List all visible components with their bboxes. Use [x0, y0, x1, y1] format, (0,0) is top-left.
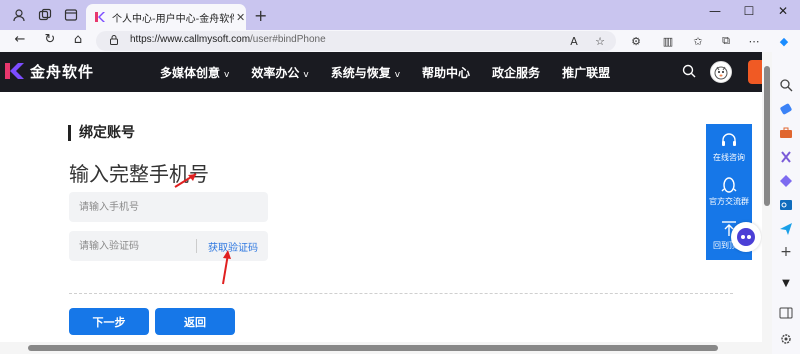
edge-sidebar: + ▼	[772, 52, 800, 354]
get-code-link[interactable]: 获取验证码	[208, 239, 258, 254]
float-item-label: 在线咨询	[713, 153, 745, 162]
outlook-icon[interactable]	[779, 198, 793, 212]
settings-icon[interactable]	[779, 332, 793, 346]
horizontal-scrollbar[interactable]	[0, 342, 772, 354]
copilot-icon[interactable]: ◆	[776, 33, 792, 49]
refresh-icon[interactable]: ↻	[40, 32, 60, 47]
vertical-scrollbar[interactable]	[762, 52, 772, 342]
nav-multimedia[interactable]: 多媒体创意 v	[160, 64, 229, 81]
read-aloud-icon[interactable]: A	[566, 33, 582, 49]
page-viewport: 金舟软件 多媒体创意 v 效率办公 v 系统与恢复 v 帮助中心 政企服务 推广联盟 …	[0, 52, 762, 342]
back-button[interactable]: 返回	[155, 308, 235, 335]
nav-enterprise[interactable]: 政企服务	[492, 64, 540, 81]
workspaces-icon[interactable]	[34, 5, 56, 25]
chevron-down-icon: v	[394, 70, 401, 80]
tab-actions-icon[interactable]	[60, 5, 82, 25]
search-icon[interactable]	[682, 64, 696, 78]
brand-logo-icon	[5, 63, 24, 79]
url-host: https://www.callmysoft.com	[130, 34, 251, 45]
nav-office[interactable]: 效率办公 v	[251, 64, 308, 81]
annotation-arrow-icon	[222, 250, 231, 285]
tab-close-icon[interactable]: ✕	[236, 11, 245, 24]
browser-titlebar: 个人中心-用户中心-金舟软件 ✕ + — ☐ ✕	[0, 0, 800, 30]
headset-icon	[722, 133, 736, 146]
nav-label: 系统与恢复	[330, 66, 391, 80]
site-header: 金舟软件 多媒体创意 v 效率办公 v 系统与恢复 v 帮助中心 政企服务 推广联盟	[0, 52, 762, 92]
browser-tab[interactable]: 个人中心-用户中心-金舟软件 ✕	[86, 4, 246, 30]
phone-input[interactable]	[69, 192, 189, 222]
nav-label: 多媒体创意	[160, 66, 221, 80]
lock-icon[interactable]	[110, 35, 118, 45]
chevron-down-icon: v	[303, 70, 309, 80]
avatar[interactable]	[710, 61, 732, 83]
divider	[69, 293, 733, 294]
chat-robot-icon[interactable]	[731, 222, 761, 252]
send-icon[interactable]	[779, 222, 793, 236]
split-screen-icon[interactable]: ▥	[660, 33, 676, 49]
url-path: /user#bindPhone	[250, 34, 326, 45]
nav-help[interactable]: 帮助中心	[422, 64, 470, 81]
field-divider	[196, 239, 197, 253]
code-input[interactable]	[69, 231, 189, 261]
new-tab-button[interactable]: +	[254, 6, 267, 25]
back-arrow-icon[interactable]: ←	[10, 32, 30, 47]
close-window-button[interactable]: ✕	[768, 4, 798, 18]
online-consult-item[interactable]: 在线咨询	[706, 132, 752, 163]
address-bar[interactable]: https://www.callmysoft.com/user#bindPhon…	[96, 31, 616, 51]
favorite-star-icon[interactable]: ☆	[592, 33, 608, 49]
scrollbar-thumb[interactable]	[28, 345, 718, 351]
official-group-item[interactable]: 官方交流群	[706, 176, 752, 207]
nav-system[interactable]: 系统与恢复 v	[331, 64, 400, 81]
more-options-icon[interactable]: ⋯	[746, 33, 762, 49]
header-action-button[interactable]	[748, 60, 762, 84]
annotation-arrow-icon	[174, 173, 197, 188]
split-icon[interactable]	[779, 306, 793, 320]
copilot-app-icon[interactable]	[779, 174, 793, 188]
site-nav: 多媒体创意 v 效率办公 v 系统与恢复 v 帮助中心 政企服务 推广联盟	[160, 64, 632, 81]
extensions-icon[interactable]: ⚙	[628, 33, 644, 49]
float-item-label: 官方交流群	[709, 197, 749, 206]
search-icon[interactable]	[779, 78, 793, 92]
tag-icon[interactable]	[779, 102, 793, 116]
nav-affiliate[interactable]: 推广联盟	[562, 64, 610, 81]
favorites-icon[interactable]: ✩	[690, 33, 706, 49]
url-text[interactable]: https://www.callmysoft.com/user#bindPhon…	[130, 34, 326, 45]
section-title: 绑定账号	[68, 125, 135, 141]
maximize-button[interactable]: ☐	[734, 4, 764, 18]
profile-icon[interactable]	[8, 5, 30, 25]
games-icon[interactable]	[779, 150, 793, 164]
nav-label: 效率办公	[251, 66, 300, 80]
phone-field[interactable]	[69, 192, 268, 222]
address-toolbar: ← ↻ ⌂ https://www.callmysoft.com/user#bi…	[0, 30, 800, 52]
site-favicon-icon	[95, 12, 105, 22]
collections-icon[interactable]: ⧉	[718, 33, 734, 49]
minimize-button[interactable]: —	[700, 4, 730, 18]
tab-title: 个人中心-用户中心-金舟软件	[112, 13, 234, 25]
brand-name: 金舟软件	[30, 62, 95, 81]
penguin-icon	[721, 177, 737, 193]
code-field[interactable]: 获取验证码	[69, 231, 268, 261]
add-icon[interactable]: +	[779, 244, 793, 260]
chevron-down-icon: v	[224, 70, 230, 80]
next-step-button[interactable]: 下一步	[69, 308, 149, 335]
site-logo[interactable]: 金舟软件	[4, 60, 94, 82]
toolbox-icon[interactable]	[779, 126, 793, 140]
scrollbar-thumb[interactable]	[764, 66, 770, 206]
home-icon[interactable]: ⌂	[68, 32, 88, 47]
scroll-down-icon[interactable]: ▼	[779, 278, 793, 292]
